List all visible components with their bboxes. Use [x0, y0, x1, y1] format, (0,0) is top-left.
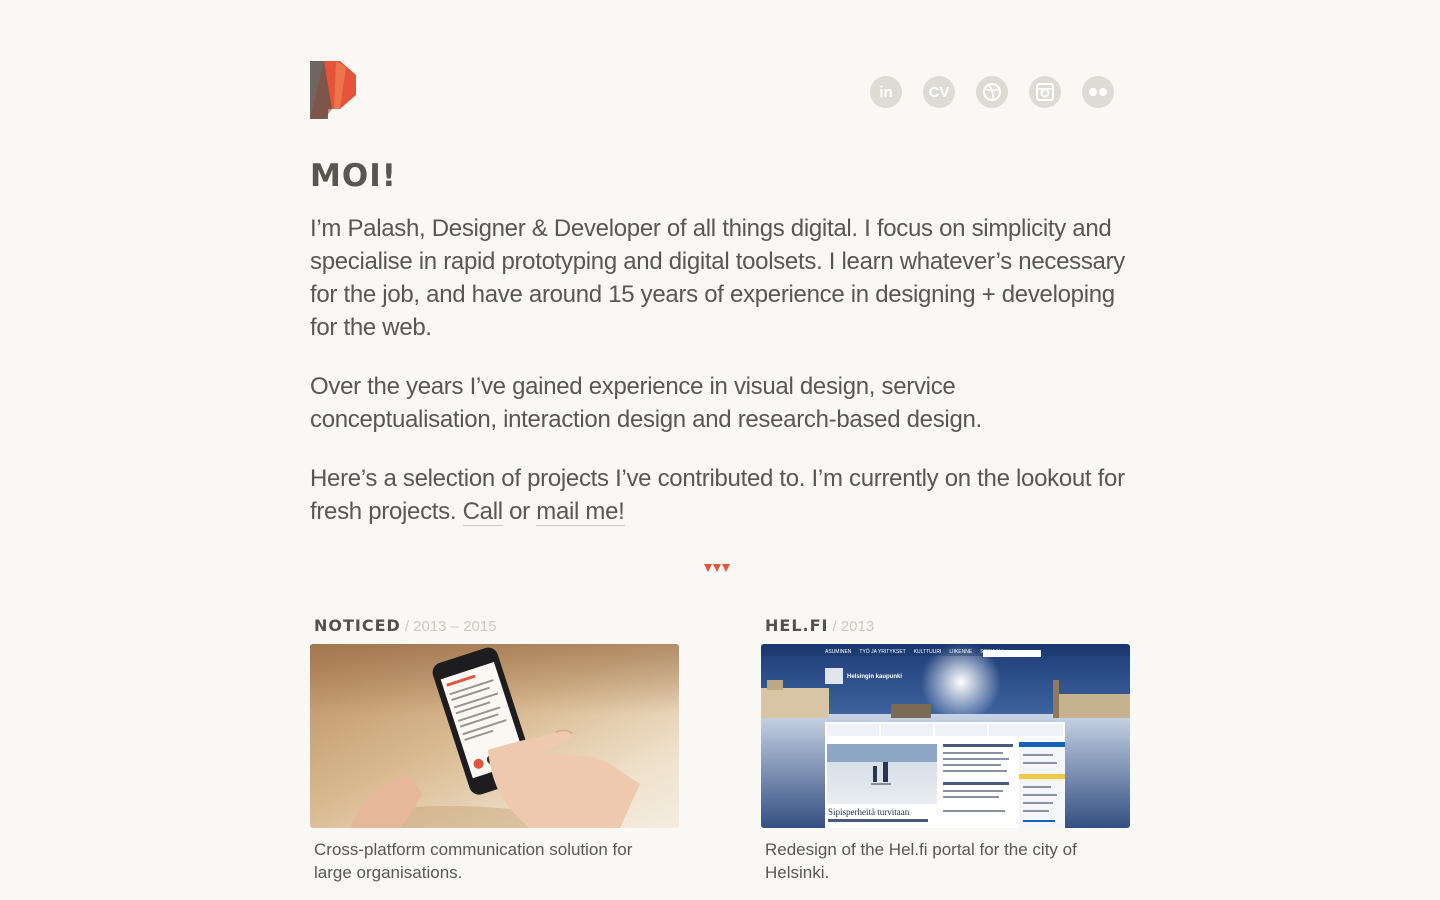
project-thumbnail-noticed[interactable]: [310, 644, 679, 828]
intro-paragraph-3: Here’s a selection of projects I’ve cont…: [310, 462, 1140, 528]
scroll-down-arrows[interactable]: [704, 564, 730, 572]
arrow-down-icon: [704, 564, 712, 572]
screenshot-nav-item: KULTTUURI: [914, 649, 942, 655]
intro-paragraph-2: Over the years I’ve gained experience in…: [310, 373, 982, 433]
call-link[interactable]: Call: [462, 498, 503, 526]
screenshot-nav-item: ASUMINEN: [825, 649, 852, 655]
screenshot-brand: Helsingin kaupunki: [847, 674, 902, 680]
project-title-text: HEL.FI: [765, 616, 829, 635]
project-years: / 2013: [832, 618, 875, 635]
flickr-icon[interactable]: [1082, 76, 1114, 108]
screenshot-nav-item: LIIKENNE: [949, 649, 972, 655]
social-links: in CV: [870, 76, 1114, 108]
project-card-noticed: NOTICED/ 2013 – 2015 Cross-platform comm…: [310, 616, 679, 884]
project-title: HEL.FI/ 2013: [765, 616, 1130, 635]
cv-icon[interactable]: CV: [923, 76, 955, 108]
logo-mark: [310, 61, 356, 119]
page-title: MOI!: [310, 158, 397, 194]
cv-label: CV: [928, 83, 950, 101]
project-card-helfi: HEL.FI/ 2013 ASUMINEN TYÖ JA YRITYKSET K…: [761, 616, 1130, 884]
flickr-glyph: [1089, 88, 1107, 96]
project-thumbnail-helfi[interactable]: ASUMINEN TYÖ JA YRITYKSET KULTTUURI LIIKENN…: [761, 644, 1130, 828]
instagram-icon[interactable]: [1029, 76, 1061, 108]
screenshot-nav-item: TYÖ JA YRITYKSET: [859, 648, 905, 655]
intro-paragraph-1: I’m Palash, Designer & Developer of all …: [310, 215, 1125, 341]
logo[interactable]: [310, 61, 358, 119]
dribbble-glyph: [983, 83, 1001, 101]
intro-text: I’m Palash, Designer & Developer of all …: [310, 212, 1140, 554]
dribbble-icon[interactable]: [976, 76, 1008, 108]
project-description: Cross-platform communication solution fo…: [314, 840, 633, 882]
arrow-down-icon: [713, 564, 721, 572]
project-title: NOTICED/ 2013 – 2015: [314, 616, 679, 635]
arrow-down-icon: [722, 564, 730, 572]
project-title-text: NOTICED: [314, 616, 401, 635]
project-years: / 2013 – 2015: [404, 618, 497, 635]
instagram-glyph: [1036, 83, 1054, 101]
screenshot-headline: Sipisperheitä turvitaan: [828, 807, 910, 817]
or-text: or: [502, 498, 537, 525]
linkedin-icon[interactable]: in: [870, 76, 902, 108]
project-description: Redesign of the Hel.fi portal for the ci…: [765, 840, 1077, 882]
linkedin-label: in: [879, 83, 893, 101]
mail-link[interactable]: mail me!: [536, 498, 625, 526]
page: in CV MOI! I’m Palash, Designer & Develo…: [0, 0, 1440, 900]
intro-paragraph-3-text: Here’s a selection of projects I’ve cont…: [310, 465, 1125, 525]
